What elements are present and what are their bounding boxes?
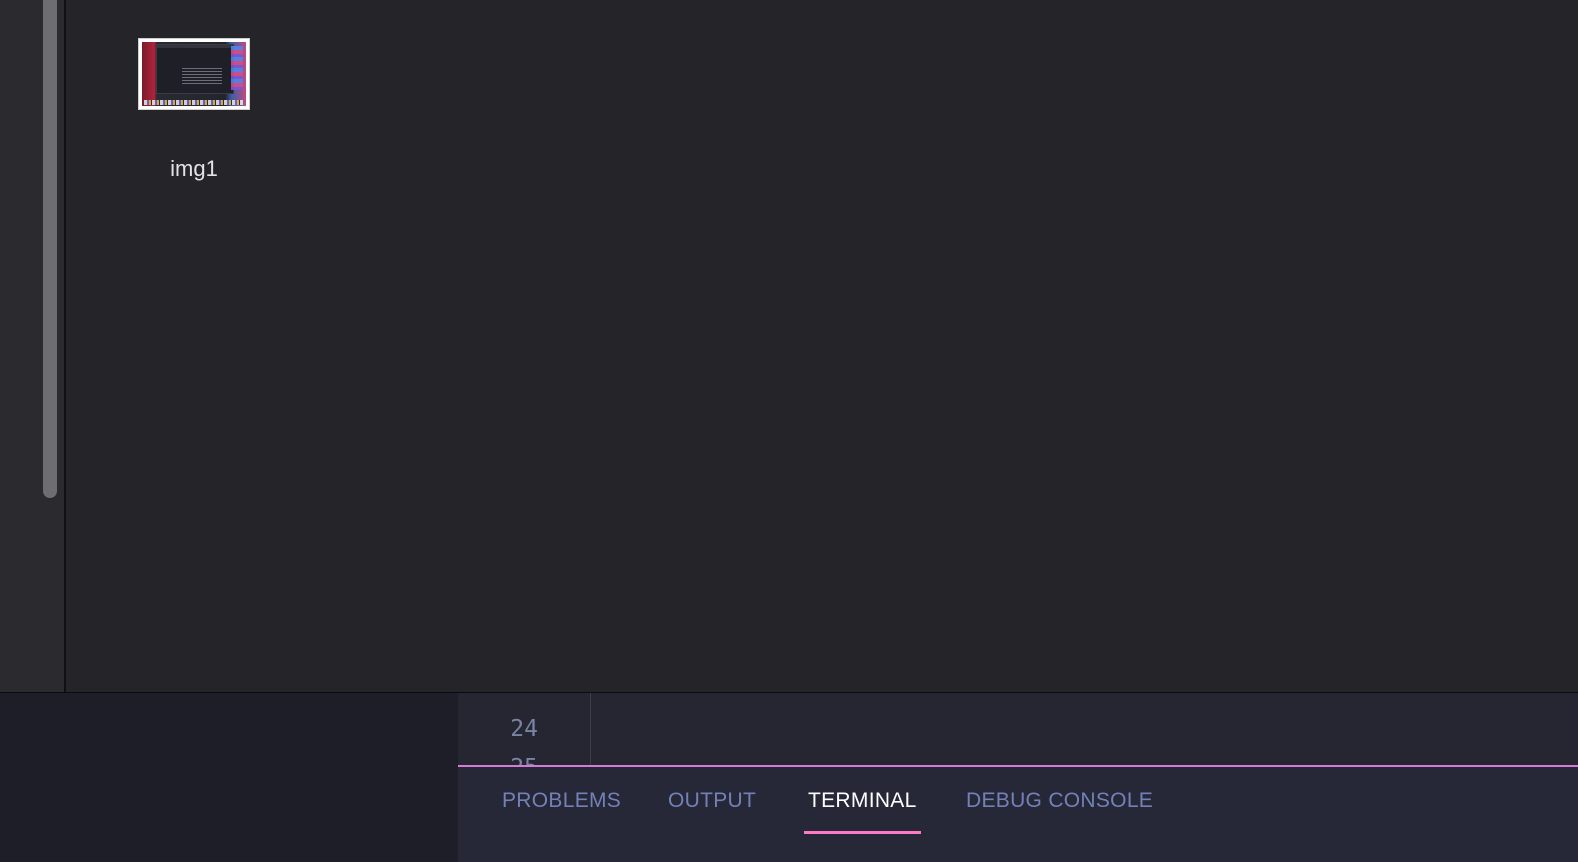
lower-left-area — [0, 693, 458, 860]
code-editor[interactable]: 24 25 img = Label(image=image_list[index… — [458, 693, 1578, 765]
gutter-indent-guide — [590, 693, 591, 765]
sidebar-scrollbar[interactable] — [41, 0, 59, 498]
file-name-label[interactable]: img1 — [128, 156, 260, 182]
tab-terminal[interactable]: TERMINAL — [804, 789, 921, 834]
bottom-panel: PROBLEMS OUTPUT TERMINAL DEBUG CONSOLE — [458, 765, 1578, 862]
tab-debug-console[interactable]: DEBUG CONSOLE — [966, 789, 1153, 833]
tab-output[interactable]: OUTPUT — [668, 789, 756, 833]
thumbnail-preview — [142, 42, 246, 106]
code-line[interactable]: 24 — [458, 693, 538, 742]
file-item-img1[interactable]: img1 — [128, 30, 264, 195]
sidebar-scrollbar-thumb[interactable] — [43, 0, 57, 498]
sidebar — [0, 0, 66, 692]
file-browser-area: img1 — [0, 0, 1578, 693]
tab-problems[interactable]: PROBLEMS — [502, 789, 621, 833]
code-line[interactable]: 25 img = Label(image=image_list[index-1]… — [458, 714, 538, 765]
screenshot-thumbnail-icon[interactable] — [138, 38, 250, 110]
code-line[interactable]: 26 img.grid(row=0, column=0, columnspan=… — [458, 749, 513, 765]
